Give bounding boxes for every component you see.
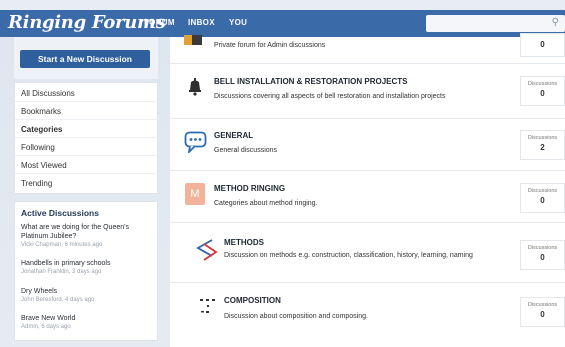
discussion-count-box: Discussions 0	[520, 76, 565, 106]
discussion-count: 0	[540, 196, 545, 205]
category-description: Private forum for Admin discussions	[214, 42, 326, 49]
sidebar-item-categories[interactable]: Categories	[21, 125, 62, 134]
active-discussion-link[interactable]: Dry Wheels	[21, 287, 57, 296]
divider	[15, 119, 159, 120]
active-discussion-meta: Jonathan Franklin, 3 days ago	[21, 269, 102, 275]
active-discussion-meta: John Beresford, 4 days ago	[21, 297, 95, 303]
category-title[interactable]: GENERAL	[214, 131, 253, 140]
discussion-count-label: Discussions	[527, 302, 558, 308]
nav-inbox[interactable]: INBOX	[188, 18, 215, 27]
category-description: General discussions	[214, 147, 278, 154]
top-nav-bar: Ringing Forums FORUM INBOX YOU ⚲	[0, 10, 565, 37]
discussion-count-box: 0	[520, 33, 565, 57]
divider	[15, 137, 159, 138]
category-row[interactable]: METHODS Discussion on methods e.g. const…	[170, 223, 565, 283]
category-description: Discussion about composition and composi…	[224, 313, 368, 320]
category-title[interactable]: METHOD RINGING	[214, 184, 285, 193]
divider	[15, 155, 159, 156]
discussion-count-box: Discussions 0	[520, 297, 565, 327]
nav-forum[interactable]: FORUM	[144, 18, 175, 27]
discussion-count: 0	[540, 40, 545, 49]
nav-you[interactable]: YOU	[229, 18, 247, 27]
discussion-count-label: Discussions	[527, 245, 558, 251]
divider	[15, 101, 159, 102]
sidebar-item-bookmarks[interactable]: Bookmarks	[21, 107, 61, 116]
sidebar-item-all-discussions[interactable]: All Discussions	[21, 89, 75, 98]
folder-icon	[184, 35, 202, 45]
discussion-count: 0	[540, 310, 545, 319]
active-discussion-link[interactable]: Handbells in primary schools	[21, 259, 110, 268]
sidebar-item-trending[interactable]: Trending	[21, 179, 52, 188]
category-list: Private forum for Admin discussions 0 BE…	[170, 33, 565, 347]
category-title[interactable]: COMPOSITION	[224, 296, 281, 305]
composition-icon	[200, 299, 215, 313]
method-line-icon	[196, 239, 218, 261]
discussion-count-label: Discussions	[527, 188, 558, 194]
chat-bubble-icon	[184, 131, 207, 153]
category-row[interactable]: M METHOD RINGING Categories about method…	[170, 171, 565, 223]
category-title[interactable]: BELL INSTALLATION & RESTORATION PROJECTS	[214, 77, 408, 86]
category-row[interactable]: BELL INSTALLATION & RESTORATION PROJECTS…	[170, 64, 565, 119]
sidebar-item-following[interactable]: Following	[21, 143, 55, 152]
category-title[interactable]: METHODS	[224, 238, 264, 247]
category-row[interactable]: COMPOSITION Discussion about composition…	[170, 283, 565, 338]
discussion-count-box: Discussions 2	[520, 130, 565, 160]
divider	[15, 173, 159, 174]
category-row[interactable]: Private forum for Admin discussions 0	[170, 33, 565, 64]
active-discussion-meta: Vicki Chapman, 6 minutes ago	[21, 242, 103, 248]
discussion-count-box: Discussions 0	[520, 183, 565, 213]
active-discussions-panel: Active Discussions What are we doing for…	[14, 201, 158, 341]
site-logo[interactable]: Ringing Forums	[8, 12, 166, 33]
search-input[interactable]: ⚲	[426, 15, 565, 32]
category-description: Discussions covering all aspects of bell…	[214, 93, 446, 100]
start-discussion-button[interactable]: Start a New Discussion	[20, 50, 150, 68]
sidebar-item-most-viewed[interactable]: Most Viewed	[21, 161, 67, 170]
discussion-count: 0	[540, 253, 545, 262]
active-discussion-meta: Admin, 6 days ago	[21, 324, 71, 330]
category-row[interactable]: GENERAL General discussions Discussions …	[170, 119, 565, 171]
sidebar-menu: All Discussions Bookmarks Categories Fol…	[14, 82, 159, 194]
discussion-count-box: Discussions 0	[520, 240, 565, 270]
active-discussion-link[interactable]: What are we doing for the Queen's Platin…	[21, 223, 151, 241]
discussion-count: 0	[540, 89, 545, 98]
active-discussion-link[interactable]: Brave New World	[21, 314, 75, 323]
category-description: Categories about method ringing.	[214, 200, 318, 207]
m-badge-icon: M	[185, 183, 205, 205]
active-discussions-title: Active Discussions	[21, 208, 99, 218]
discussion-count-label: Discussions	[527, 135, 558, 141]
search-icon[interactable]: ⚲	[552, 17, 559, 28]
category-description: Discussion on methods e.g. construction,…	[224, 252, 473, 259]
bell-icon	[189, 78, 201, 96]
discussion-count-label: Discussions	[527, 81, 558, 87]
discussion-count: 2	[540, 143, 545, 152]
